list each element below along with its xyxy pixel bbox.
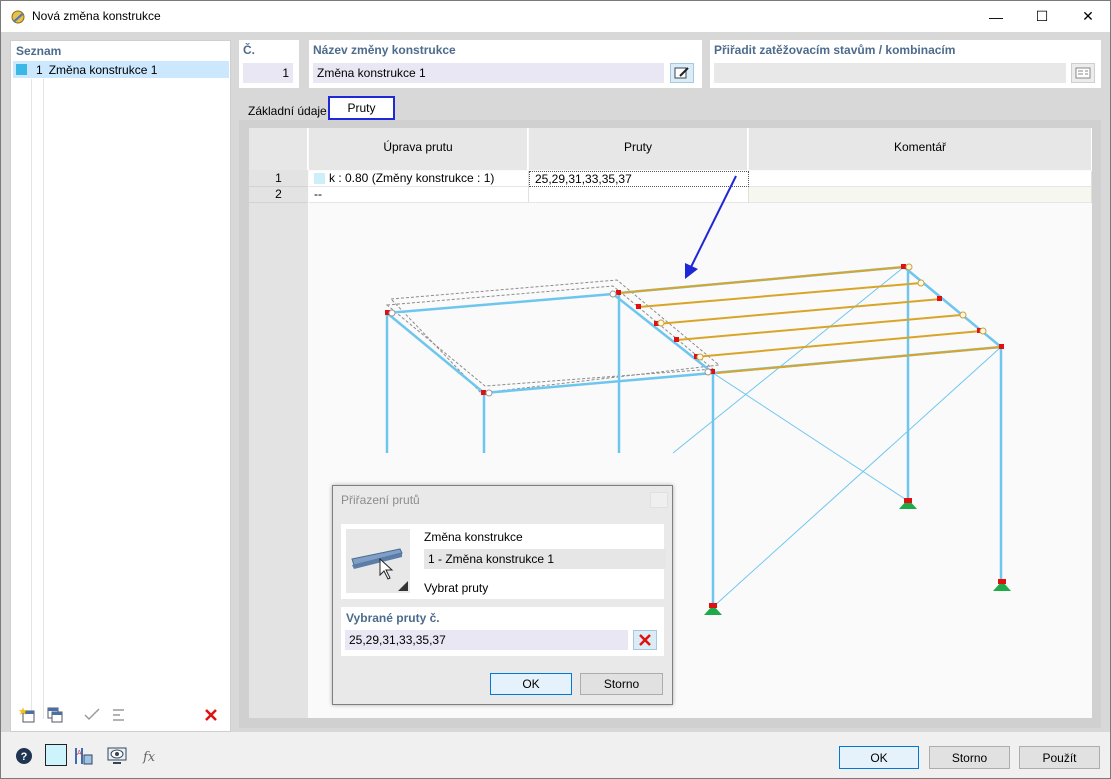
- supports: [704, 498, 1011, 615]
- color-button[interactable]: [45, 744, 67, 766]
- svg-text:A: A: [77, 750, 82, 757]
- select-members-button[interactable]: [346, 529, 410, 593]
- formula-button[interactable]: fx: [139, 744, 163, 768]
- help-icon: ?: [16, 748, 32, 764]
- help-button[interactable]: ?: [12, 744, 36, 768]
- selected-members-panel: Vybrané pruty č. 25,29,31,33,35,37: [341, 607, 664, 656]
- apply-button[interactable]: Použít: [1019, 746, 1100, 769]
- select-members-label[interactable]: Vybrat pruty: [424, 581, 488, 595]
- dialog-close-button[interactable]: [650, 492, 668, 508]
- window-title: Nová změna konstrukce: [32, 9, 161, 23]
- app-icon: [11, 10, 25, 24]
- dialog-ok-button[interactable]: OK: [490, 673, 572, 695]
- ok-button[interactable]: OK: [839, 746, 919, 769]
- close-button[interactable]: ✕: [1065, 1, 1111, 32]
- dialog-content: Seznam 1 Změna konstrukce 1 Č. 1 Název z…: [1, 32, 1110, 778]
- maximize-button[interactable]: ☐: [1019, 1, 1065, 32]
- view-button[interactable]: [105, 744, 129, 768]
- selection-panel: Změna konstrukce 1 - Změna konstrukce 1 …: [341, 524, 666, 599]
- minimize-button[interactable]: —: [973, 1, 1019, 32]
- model-display-icon: A: [75, 748, 93, 765]
- member-select-icon: [351, 548, 408, 591]
- pointer-arrow: [685, 175, 737, 279]
- dialog-cancel-button[interactable]: Storno: [580, 673, 663, 695]
- dialog-window: Nová změna konstrukce — ☐ ✕ Seznam 1 Změ…: [0, 0, 1111, 779]
- bottom-bar: ? A fx OK Storno Použít: [1, 732, 1110, 778]
- display-settings-button[interactable]: A: [71, 744, 95, 768]
- title-bar: Nová změna konstrukce — ☐ ✕: [1, 1, 1110, 32]
- cancel-button[interactable]: Storno: [929, 746, 1010, 769]
- delete-icon: [639, 634, 651, 646]
- change-group-label: Změna konstrukce: [424, 530, 523, 544]
- clear-selection-button[interactable]: [633, 630, 657, 650]
- eye-icon: [107, 747, 127, 764]
- svg-text:fx: fx: [142, 750, 156, 765]
- modified-members: [618, 266, 1002, 374]
- selected-members-field[interactable]: 25,29,31,33,35,37: [345, 630, 628, 650]
- assign-members-dialog: Přiřazení prutů Změna konstrukce 1 - Změ…: [332, 485, 673, 705]
- dialog-title: Přiřazení prutů: [341, 493, 420, 507]
- selected-members-label: Vybrané pruty č.: [346, 611, 440, 625]
- formula-icon: fx: [142, 750, 156, 765]
- selected-change-field[interactable]: 1 - Změna konstrukce 1: [424, 549, 666, 569]
- svg-text:?: ?: [21, 751, 28, 763]
